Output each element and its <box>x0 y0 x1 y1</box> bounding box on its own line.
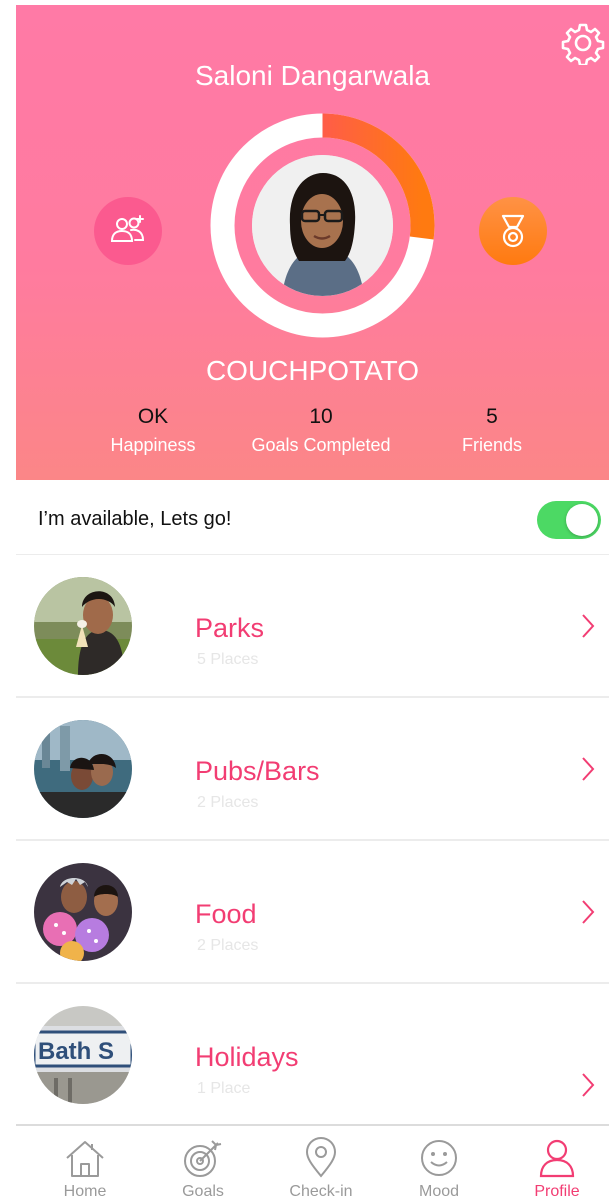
list-item-title: Holidays <box>195 1042 299 1072</box>
chevron-right-icon <box>582 900 595 924</box>
badges-button[interactable] <box>479 197 547 265</box>
chevron-right-icon <box>582 757 595 781</box>
list-item-parks[interactable]: Parks 5 Places <box>16 555 609 698</box>
tab-goals[interactable]: Goals <box>144 1126 262 1201</box>
profile-name: Saloni Dangarwala <box>194 60 431 91</box>
stat-goals-completed: 10 Goals Completed <box>226 405 416 456</box>
stat-value: OK <box>137 405 169 428</box>
tab-mood[interactable]: Mood <box>380 1126 498 1201</box>
tab-profile[interactable]: Profile <box>498 1126 609 1201</box>
chevron-right-icon <box>582 614 595 638</box>
availability-label: I’m available, Lets go! <box>38 508 232 530</box>
tab-label: Profile <box>534 1183 580 1200</box>
progress-ring <box>209 112 436 339</box>
list-item-pubs-bars[interactable]: Pubs/Bars 2 Places <box>16 698 609 841</box>
tab-bar: Home Goals Check-in Mood Profile <box>16 1124 609 1201</box>
tab-check-in[interactable]: Check-in <box>262 1126 380 1201</box>
availability-toggle[interactable] <box>537 501 601 539</box>
food-photo <box>34 863 132 961</box>
friends-button[interactable] <box>94 197 162 265</box>
list-item-subtitle: 5 Places <box>197 651 259 668</box>
stat-value: 5 <box>486 405 498 428</box>
smiley-icon <box>421 1140 457 1176</box>
availability-row: I’m available, Lets go! <box>16 480 609 555</box>
medal-icon <box>501 214 525 248</box>
tab-label: Home <box>63 1183 107 1200</box>
tab-label: Goals <box>182 1183 224 1200</box>
level-title: COUCHPOTATO <box>205 355 420 386</box>
chevron-right-icon <box>582 1073 595 1097</box>
tab-home[interactable]: Home <box>26 1126 144 1201</box>
list-item-holidays[interactable]: Bath S Holidays 1 Place <box>16 984 609 1127</box>
pubs-bars-photo <box>34 720 132 818</box>
profile-header: Saloni Dangarwala COUCHPOTATO OK Happine… <box>16 5 609 480</box>
list-item-subtitle: 1 Place <box>197 1080 251 1097</box>
list-item-food[interactable]: Food 2 Places <box>16 841 609 984</box>
sign-text: Bath S <box>38 1038 114 1065</box>
stat-label: Goals Completed <box>251 435 391 455</box>
toggle-knob <box>566 504 598 536</box>
target-icon <box>184 1140 222 1177</box>
list-item-title: Pubs/Bars <box>195 756 320 786</box>
category-list: Parks 5 Places Pubs/Bars 2 Places Food 2… <box>16 555 609 1127</box>
tab-label: Check-in <box>289 1183 353 1200</box>
tab-label: Mood <box>418 1183 460 1200</box>
settings-gear-icon[interactable] <box>561 21 605 67</box>
list-item-subtitle: 2 Places <box>197 937 259 954</box>
stat-label: Friends <box>461 435 523 455</box>
avatar[interactable] <box>252 155 393 296</box>
holidays-photo: Bath S <box>34 1006 132 1104</box>
stat-label: Happiness <box>110 435 196 455</box>
person-icon <box>539 1139 575 1178</box>
list-item-title: Food <box>195 899 257 929</box>
stat-happiness: OK Happiness <box>58 405 248 456</box>
home-icon <box>66 1141 104 1177</box>
list-item-subtitle: 2 Places <box>197 794 259 811</box>
friends-icon <box>110 215 145 242</box>
parks-photo <box>34 577 132 675</box>
location-pin-icon <box>305 1137 337 1178</box>
list-item-title: Parks <box>195 613 265 643</box>
stat-value: 10 <box>309 405 333 428</box>
stat-friends[interactable]: 5 Friends <box>397 405 587 456</box>
